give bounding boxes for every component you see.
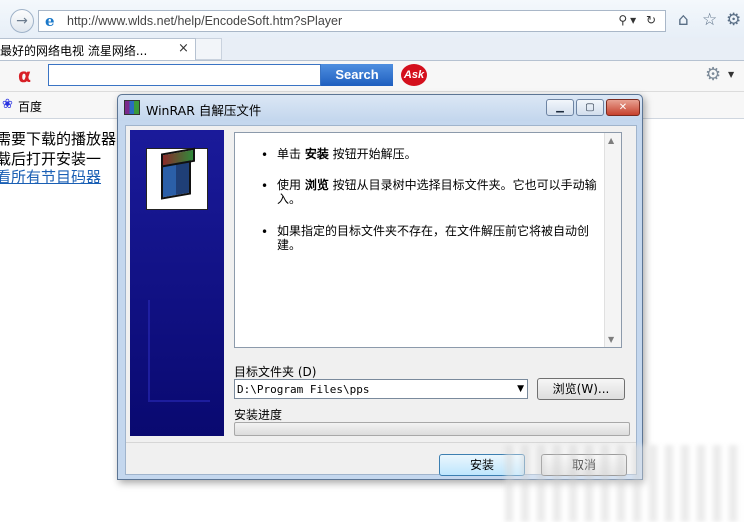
bullet-icon: • [261,225,269,239]
url-input[interactable]: e http://www.wlds.net/help/EncodeSoft.ht… [38,10,666,32]
destination-folder-combobox[interactable]: D:\Program Files\pps ▼ [234,379,528,399]
tab-bar: 最好的网络电视 流星网络... × [0,38,744,61]
tab-close-icon[interactable]: × [178,41,189,56]
address-bar-area: → e http://www.wlds.net/help/EncodeSoft.… [0,0,744,40]
close-button[interactable]: ✕ [606,99,640,116]
favorites-item-baidu[interactable]: 百度 [18,98,42,115]
new-tab-button[interactable] [196,38,222,60]
dialog-client-area: • 单击 安装 按钮开始解压。 • 使用 浏览 按钮从目录树中选择目标文件夹。它… [125,125,637,476]
tools-gear-icon[interactable]: ⚙ [726,10,741,30]
instruction-item: 使用 浏览 按钮从目录树中选择目标文件夹。它也可以手动输入。 [277,178,597,206]
forward-arrow-icon: → [16,13,28,29]
instruction-item: 如果指定的目标文件夹不存在，在文件解压前它将被自动创建。 [277,224,590,252]
bullet-icon: • [261,179,269,193]
ask-logo[interactable]: Ask [401,64,427,86]
toolbar-settings-gear-icon[interactable]: ⚙ [705,64,721,85]
banner-decoration [148,300,210,402]
minimize-button[interactable]: ▁ [546,99,574,116]
browse-button[interactable]: 浏览(W)... [537,378,625,400]
tab-active[interactable]: 最好的网络电视 流星网络... × [0,38,196,60]
forward-button[interactable]: → [10,9,34,33]
search-refresh-icons[interactable]: ⚲▾ ↻ [618,13,659,27]
instructions-box: • 单击 安装 按钮开始解压。 • 使用 浏览 按钮从目录树中选择目标文件夹。它… [234,132,622,348]
scrollbar[interactable]: ▲ ▼ [604,133,621,347]
minimize-icon: ▁ [556,102,564,113]
maximize-icon: ▢ [585,102,595,113]
side-banner [130,130,224,436]
page-text-line: 需要下载的播放器 [0,130,117,148]
instruction-item: 单击 安装 按钮开始解压。 [277,147,417,161]
chevron-down-icon[interactable]: ▼ [728,70,734,79]
install-progress-bar [234,422,630,436]
divider [126,442,636,443]
destination-folder-value: D:\Program Files\pps [237,383,370,396]
progress-label: 安装进度 [234,408,283,422]
search-input[interactable] [48,64,321,86]
avira-umbrella-icon: ⍺ [18,65,32,87]
destination-folder-label: 目标文件夹 (D) [234,365,317,379]
home-icon[interactable]: ⌂ [678,10,689,30]
maximize-button[interactable]: ▢ [576,99,604,116]
search-toolbar: ⍺ Search Ask ⚙ ▼ [0,61,744,92]
url-text: http://www.wlds.net/help/EncodeSoft.htm?… [67,14,343,28]
winrar-logo [146,148,208,210]
scroll-up-icon[interactable]: ▲ [608,136,614,145]
dialog-title-bar[interactable]: WinRAR 自解压文件 ▁ ▢ ✕ [118,95,642,121]
logo-cube-icon [161,156,191,200]
search-button[interactable]: Search [321,64,393,86]
page-link[interactable]: 看所有节目码器 [0,166,101,187]
ie-icon: e [45,12,55,30]
favorites-star-icon[interactable]: ☆ [702,10,717,30]
tab-title: 最好的网络电视 流星网络... [0,44,148,58]
winrar-sfx-dialog: WinRAR 自解压文件 ▁ ▢ ✕ • 单击 安装 按钮开始解压。 • 使用 … [117,94,643,480]
winrar-icon [124,100,140,115]
baidu-paw-icon: ❀ [2,97,13,112]
close-icon: ✕ [618,102,628,113]
scroll-down-icon[interactable]: ▼ [608,335,614,344]
chevron-down-icon[interactable]: ▼ [517,384,524,394]
watermark-overlay [505,445,744,522]
bullet-icon: • [261,148,269,162]
dialog-title: WinRAR 自解压文件 [146,103,262,118]
